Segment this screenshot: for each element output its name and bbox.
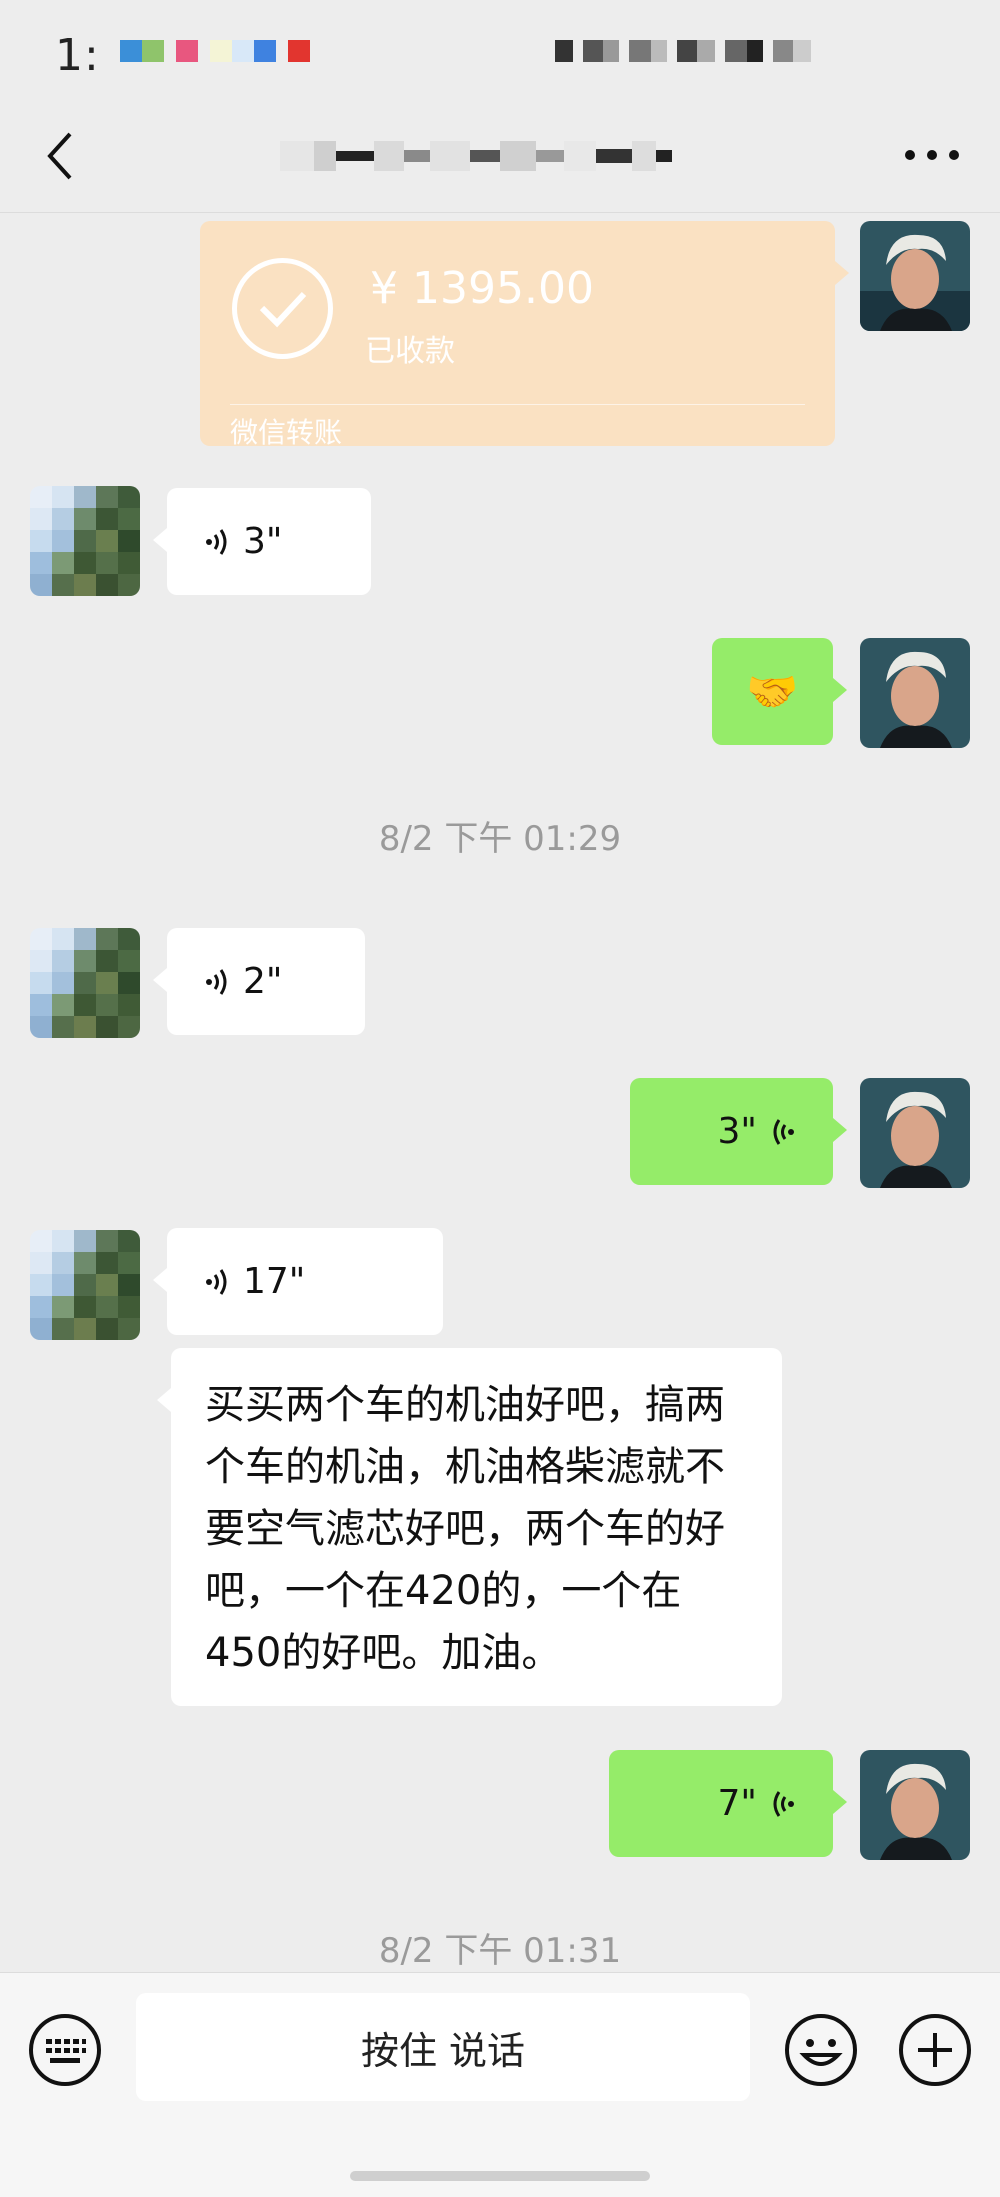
chat-screen: 1: ¥ 1395.00 已收款 微信转账 3" 🤝 8/2 下午 01:29 … xyxy=(0,0,1000,2197)
my-avatar-image xyxy=(860,1078,970,1188)
back-icon xyxy=(47,132,72,180)
voice-icon xyxy=(206,1268,227,1295)
timestamp: 8/2 下午 01:31 xyxy=(378,1931,622,1971)
handshake-emoji: 🤝 xyxy=(746,666,799,716)
voice-duration: 2" xyxy=(243,961,283,1002)
transcription-text: 买买两个车的机油好吧，搞两个车的机油，机油格柴滤就不要空气滤芯好吧，两个车的好吧… xyxy=(205,1382,725,1676)
keyboard-icon xyxy=(29,2014,101,2086)
my-avatar-image xyxy=(860,638,970,748)
transfer-card[interactable]: ¥ 1395.00 已收款 微信转账 xyxy=(200,221,849,449)
voice-icon xyxy=(206,528,227,555)
nav-bar xyxy=(0,100,1000,213)
status-time: 1: xyxy=(55,30,100,81)
voice-message-incoming[interactable]: 2" xyxy=(153,928,365,1035)
voice-duration: 3" xyxy=(717,1111,757,1152)
emoji-message-outgoing[interactable]: 🤝 xyxy=(712,638,847,745)
more-button[interactable] xyxy=(902,140,962,170)
chat-area[interactable]: ¥ 1395.00 已收款 微信转账 3" 🤝 8/2 下午 01:29 2" … xyxy=(0,213,1000,1973)
plus-icon xyxy=(899,2014,971,2086)
voice-duration: 3" xyxy=(243,521,283,562)
chat-title-blurred xyxy=(280,138,672,174)
my-avatar-image xyxy=(860,1750,970,1860)
contact-avatar[interactable] xyxy=(30,928,140,1038)
status-icons-blurred xyxy=(120,40,310,62)
voice-message-incoming[interactable]: 3" xyxy=(153,488,371,595)
keyboard-toggle-button[interactable] xyxy=(28,2013,102,2087)
my-avatar-image xyxy=(860,221,970,331)
hold-to-talk-button[interactable]: 按住 说话 xyxy=(136,1993,750,2101)
voice-duration: 17" xyxy=(243,1261,306,1302)
emoji-button[interactable] xyxy=(784,2013,858,2087)
check-icon xyxy=(232,258,333,359)
my-avatar[interactable] xyxy=(860,221,970,331)
contact-avatar[interactable] xyxy=(30,486,140,596)
input-bar: 按住 说话 xyxy=(0,1972,1000,2197)
more-functions-button[interactable] xyxy=(898,2013,972,2087)
my-avatar[interactable] xyxy=(860,1750,970,1860)
transfer-amount: ¥ 1395.00 xyxy=(370,263,594,314)
emoji-icon xyxy=(785,2014,857,2086)
timestamp: 8/2 下午 01:29 xyxy=(378,819,622,859)
status-indicators-blurred xyxy=(555,40,811,62)
voice-message-outgoing[interactable]: 7" xyxy=(609,1750,847,1857)
voice-icon xyxy=(773,1790,794,1817)
voice-message-outgoing[interactable]: 3" xyxy=(630,1078,847,1185)
contact-avatar[interactable] xyxy=(30,1230,140,1340)
voice-duration: 7" xyxy=(717,1783,757,1824)
more-icon xyxy=(905,150,959,160)
transfer-divider xyxy=(230,404,805,405)
voice-transcription[interactable]: 买买两个车的机油好吧，搞两个车的机油，机油格柴滤就不要空气滤芯好吧，两个车的好吧… xyxy=(157,1348,782,1706)
transfer-label: 微信转账 xyxy=(230,416,343,449)
my-avatar[interactable] xyxy=(860,1078,970,1188)
back-button[interactable] xyxy=(38,128,88,184)
voice-icon xyxy=(206,968,227,995)
home-indicator xyxy=(350,2171,650,2181)
voice-icon xyxy=(773,1118,794,1145)
my-avatar[interactable] xyxy=(860,638,970,748)
voice-message-incoming[interactable]: 17" xyxy=(153,1228,443,1335)
transfer-status: 已收款 xyxy=(365,334,455,369)
